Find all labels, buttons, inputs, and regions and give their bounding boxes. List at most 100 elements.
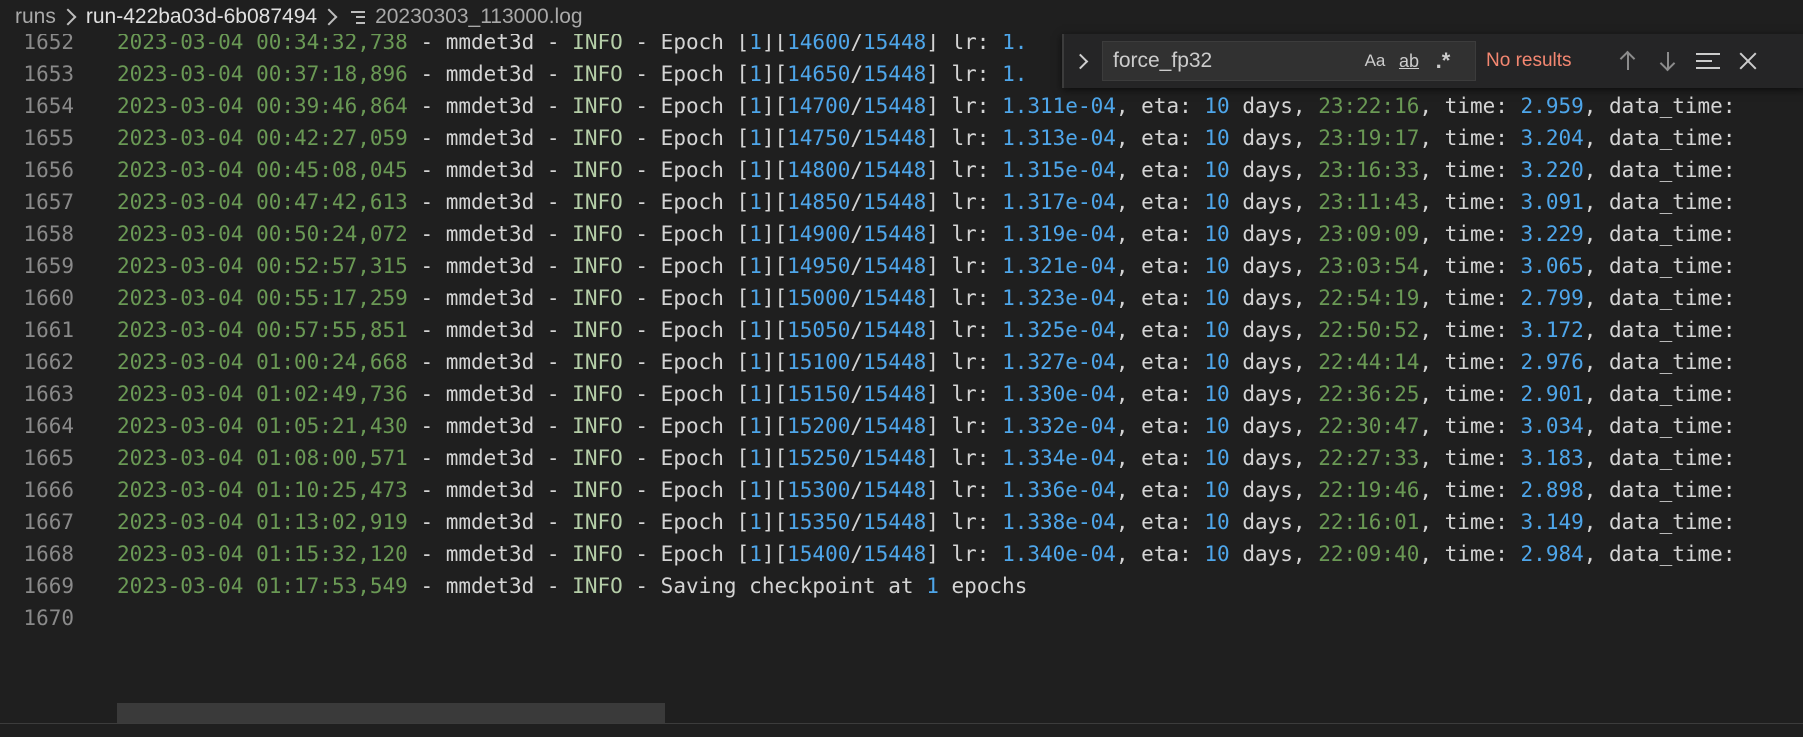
code-line[interactable]: 1656 2023-03-04 00:45:08,045 - mmdet3d - … xyxy=(0,154,1803,186)
code-token: , data_time: xyxy=(1583,222,1736,246)
code-token: - mmdet3d - xyxy=(407,286,573,310)
code-token: / xyxy=(850,478,864,502)
eta-days: 10 xyxy=(1204,318,1230,342)
next-match-button[interactable] xyxy=(1648,41,1688,81)
code-line[interactable]: 1654 2023-03-04 00:39:46,864 - mmdet3d - … xyxy=(0,90,1803,122)
code-token: ][ xyxy=(761,34,788,54)
eta-time: 22:27:33 xyxy=(1318,446,1420,470)
code-token: / xyxy=(850,414,864,438)
find-input[interactable] xyxy=(1103,48,1355,74)
code-token: , time: xyxy=(1419,222,1521,246)
code-line[interactable]: 1663 2023-03-04 01:02:49,736 - mmdet3d - … xyxy=(0,378,1803,410)
iter-time: 3.183 xyxy=(1520,446,1584,470)
code-token: - mmdet3d - xyxy=(407,254,573,278)
iteration-total: 15448 xyxy=(863,542,927,566)
whole-word-toggle[interactable]: ab xyxy=(1395,47,1423,75)
code-token: ][ xyxy=(761,446,788,470)
eta-days: 10 xyxy=(1204,446,1230,470)
epoch-number: 1 xyxy=(749,414,762,438)
code-line[interactable]: 1660 2023-03-04 00:55:17,259 - mmdet3d - … xyxy=(0,282,1803,314)
code-token: , time: xyxy=(1419,158,1521,182)
breadcrumb-item-file[interactable]: 20230303_113000.log xyxy=(375,5,583,29)
line-number: 1654 xyxy=(23,94,74,118)
regex-toggle[interactable]: .* xyxy=(1429,47,1457,75)
eta-days: 10 xyxy=(1204,126,1230,150)
find-in-selection-button[interactable] xyxy=(1688,41,1728,81)
code-token: - mmdet3d - xyxy=(407,318,573,342)
iteration: 15200 xyxy=(787,414,851,438)
breadcrumb-item-runs[interactable]: runs xyxy=(15,5,56,29)
toggle-replace-button[interactable] xyxy=(1068,39,1096,83)
code-token: ] lr: xyxy=(926,446,1003,470)
previous-match-button[interactable] xyxy=(1608,41,1648,81)
code-line[interactable]: 1667 2023-03-04 01:13:02,919 - mmdet3d - … xyxy=(0,506,1803,538)
iter-time: 2.898 xyxy=(1520,478,1584,502)
iter-time: 2.901 xyxy=(1520,382,1584,406)
code-line[interactable]: 1666 2023-03-04 01:10:25,473 - mmdet3d - … xyxy=(0,474,1803,506)
iteration-total: 15448 xyxy=(863,254,927,278)
code-token: ][ xyxy=(761,94,788,118)
learning-rate: 1. xyxy=(1002,62,1028,86)
iteration: 15150 xyxy=(787,382,851,406)
code-line[interactable]: 1659 2023-03-04 00:52:57,315 - mmdet3d - … xyxy=(0,250,1803,282)
eta-time: 22:09:40 xyxy=(1318,542,1420,566)
code-token: , data_time: xyxy=(1583,94,1736,118)
code-line[interactable]: 1662 2023-03-04 01:00:24,668 - mmdet3d - … xyxy=(0,346,1803,378)
find-in-selection-icon xyxy=(1696,53,1720,69)
iter-time: 3.229 xyxy=(1520,222,1584,246)
file-lines-icon xyxy=(351,10,366,24)
timestamp: 2023-03-04 00:50:24,072 xyxy=(117,222,408,246)
code-token: / xyxy=(850,286,864,310)
code-token: , time: xyxy=(1419,286,1521,310)
code-line[interactable]: 1661 2023-03-04 00:57:55,851 - mmdet3d - … xyxy=(0,314,1803,346)
timestamp: 2023-03-04 00:34:32,738 xyxy=(117,34,408,54)
match-case-toggle[interactable]: Aa xyxy=(1361,47,1389,75)
code-line[interactable]: 1657 2023-03-04 00:47:42,613 - mmdet3d - … xyxy=(0,186,1803,218)
code-token: ] lr: xyxy=(926,62,1003,86)
code-token: days, xyxy=(1229,414,1319,438)
code-token: - Saving checkpoint at xyxy=(622,574,927,598)
code-line[interactable]: 1665 2023-03-04 01:08:00,571 - mmdet3d - … xyxy=(0,442,1803,474)
log-level: INFO xyxy=(572,382,623,406)
code-line[interactable]: 1658 2023-03-04 00:50:24,072 - mmdet3d - … xyxy=(0,218,1803,250)
code-line[interactable]: 1655 2023-03-04 00:42:27,059 - mmdet3d - … xyxy=(0,122,1803,154)
code-line[interactable]: 1669 2023-03-04 01:17:53,549 - mmdet3d - … xyxy=(0,570,1803,602)
learning-rate: 1.313e-04 xyxy=(1002,126,1116,150)
epoch-number: 1 xyxy=(749,510,762,534)
eta-days: 10 xyxy=(1204,350,1230,374)
code-token: - mmdet3d - xyxy=(407,126,573,150)
horizontal-scrollbar[interactable] xyxy=(117,703,665,723)
iteration: 15350 xyxy=(787,510,851,534)
learning-rate: 1.315e-04 xyxy=(1002,158,1116,182)
learning-rate: 1.327e-04 xyxy=(1002,350,1116,374)
learning-rate: 1.311e-04 xyxy=(1002,94,1116,118)
iteration-total: 15448 xyxy=(863,126,927,150)
code-token: , data_time: xyxy=(1583,478,1736,502)
code-line[interactable]: 1670 xyxy=(0,602,1803,634)
iteration-total: 15448 xyxy=(863,158,927,182)
eta-time: 22:44:14 xyxy=(1318,350,1420,374)
breadcrumb-item-run[interactable]: run-422ba03d-6b087494 xyxy=(86,5,317,29)
eta-time: 22:16:01 xyxy=(1318,510,1420,534)
timestamp: 2023-03-04 00:55:17,259 xyxy=(117,286,408,310)
code-token: ][ xyxy=(761,350,788,374)
log-level: INFO xyxy=(572,574,623,598)
log-level: INFO xyxy=(572,350,623,374)
line-number: 1660 xyxy=(23,286,74,310)
log-level: INFO xyxy=(572,190,623,214)
iter-time: 3.172 xyxy=(1520,318,1584,342)
editor[interactable]: 1652 2023-03-04 00:34:32,738 - mmdet3d - … xyxy=(0,34,1803,723)
code-token: ][ xyxy=(761,190,788,214)
epoch-number: 1 xyxy=(749,254,762,278)
eta-time: 22:30:47 xyxy=(1318,414,1420,438)
code-token: , time: xyxy=(1419,478,1521,502)
code-token: , eta: xyxy=(1115,542,1205,566)
code-token: / xyxy=(850,158,864,182)
code-token: , time: xyxy=(1419,350,1521,374)
eta-days: 10 xyxy=(1204,510,1230,534)
code-token: days, xyxy=(1229,446,1319,470)
code-line[interactable]: 1668 2023-03-04 01:15:32,120 - mmdet3d - … xyxy=(0,538,1803,570)
close-find-button[interactable] xyxy=(1728,41,1768,81)
code-line[interactable]: 1664 2023-03-04 01:05:21,430 - mmdet3d - … xyxy=(0,410,1803,442)
iter-time: 2.799 xyxy=(1520,286,1584,310)
